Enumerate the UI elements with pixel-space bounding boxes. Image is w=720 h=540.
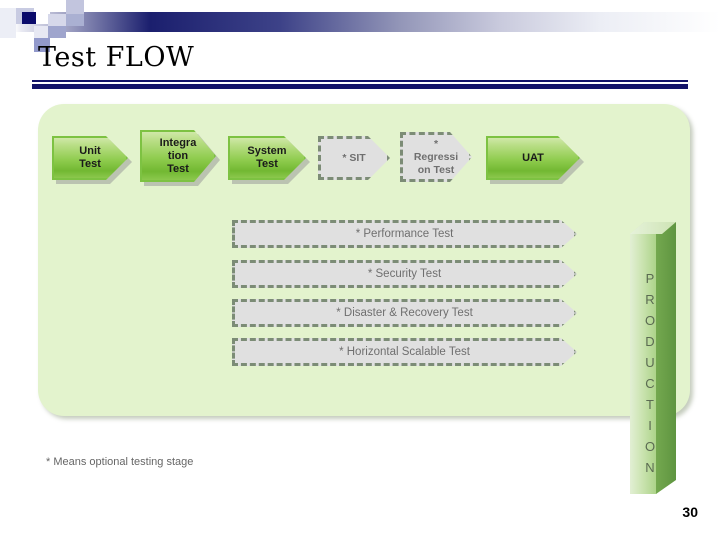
- header-decoration-band: [0, 0, 720, 52]
- header-square-4: [66, 14, 84, 26]
- production-letter-8: O: [644, 439, 656, 454]
- header-square-3: [66, 0, 84, 14]
- production-letter-5: C: [645, 376, 655, 391]
- production-letter-2: O: [644, 313, 656, 328]
- stage-label-system-test: System Test: [247, 145, 287, 170]
- optional-bar-horizontal-scalable-test[interactable]: * Horizontal Scalable Test: [232, 338, 577, 366]
- header-square-9: [0, 8, 16, 38]
- production-letter-0: P: [645, 271, 655, 286]
- header-gradient-bar: [0, 12, 720, 32]
- production-letter-9: N: [645, 460, 655, 475]
- optional-bar-label-disaster-recovery-test: * Disaster & Recovery Test: [336, 307, 473, 319]
- production-letter-6: T: [646, 397, 654, 412]
- optional-bar-label-security-test: * Security Test: [367, 268, 442, 280]
- header-square-7: [34, 26, 48, 38]
- footnote-text: * Means optional testing stage: [46, 456, 194, 468]
- header-square-5: [48, 14, 66, 26]
- stage-label-regression-test: * Regressi on Test: [413, 137, 459, 176]
- production-label: PRODUCTION: [630, 268, 670, 478]
- page-title: Test FLOW: [38, 42, 195, 73]
- title-divider-thin: [32, 80, 688, 82]
- stage-chevron-sit[interactable]: * SIT: [318, 136, 390, 180]
- stage-label-unit-test: Unit Test: [79, 145, 101, 170]
- title-divider-thick: [32, 84, 688, 89]
- optional-bar-label-performance-test: * Performance Test: [355, 228, 454, 240]
- production-letter-7: I: [648, 418, 652, 433]
- production-letter-4: U: [645, 355, 655, 370]
- optional-bar-label-horizontal-scalable-test: * Horizontal Scalable Test: [339, 346, 470, 358]
- flow-diagram-panel: Unit Test Integra tion Test System Test * S…: [38, 104, 690, 494]
- optional-bar-security-test[interactable]: * Security Test: [232, 260, 577, 288]
- optional-bar-performance-test[interactable]: * Performance Test: [232, 220, 577, 248]
- stage-label-integration-test: Integra tion Test: [159, 136, 197, 175]
- production-letter-3: D: [645, 334, 655, 349]
- stage-label-sit: * SIT: [342, 151, 366, 164]
- optional-bar-disaster-recovery-test[interactable]: * Disaster & Recovery Test: [232, 299, 577, 327]
- production-block: PRODUCTION: [630, 222, 690, 494]
- header-square-2: [22, 12, 36, 24]
- production-letter-1: R: [645, 292, 655, 307]
- page-number: 30: [682, 504, 698, 520]
- stage-chevron-regression-test[interactable]: * Regressi on Test: [400, 132, 472, 182]
- header-square-6: [48, 26, 66, 38]
- stage-label-uat: UAT: [522, 151, 544, 164]
